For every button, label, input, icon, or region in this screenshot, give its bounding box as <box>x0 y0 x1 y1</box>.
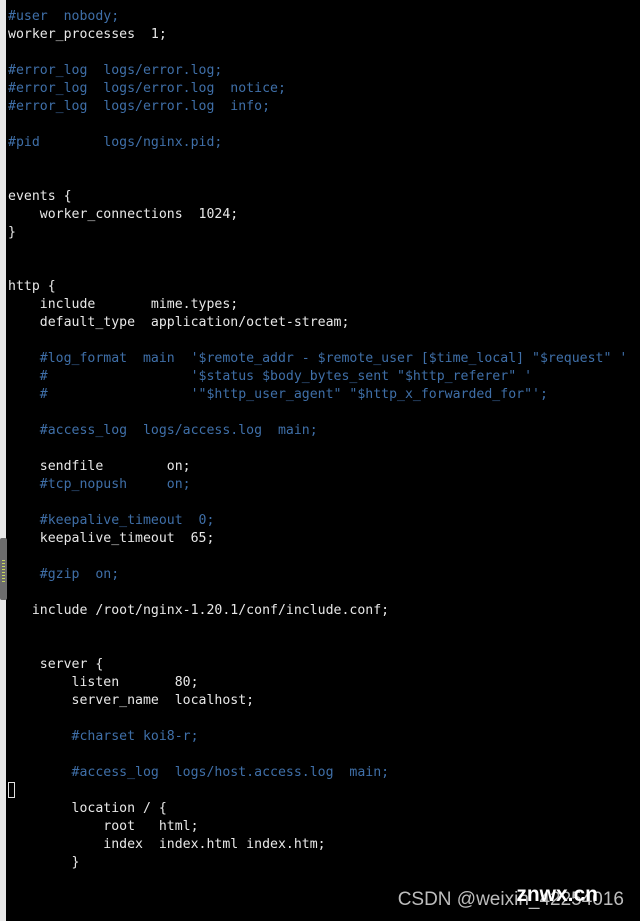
config-line <box>8 494 627 512</box>
comment-line: #keepalive_timeout 0; <box>8 513 215 528</box>
comment-line: #log_format main '$remote_addr - $remote… <box>8 351 628 366</box>
config-line: worker_processes 1; <box>8 27 167 42</box>
config-line <box>8 152 627 170</box>
config-line <box>8 638 627 656</box>
left-gutter <box>0 0 6 921</box>
config-line: include /root/nginx-1.20.1/conf/include.… <box>8 603 390 618</box>
config-line <box>8 584 627 602</box>
site-logo: znwx.cn <box>516 883 598 906</box>
comment-line: #error_log logs/error.log notice; <box>8 81 286 96</box>
comment-line: #pid logs/nginx.pid; <box>8 135 223 150</box>
text-cursor <box>8 782 15 798</box>
config-line: include mime.types; <box>8 297 239 312</box>
config-line <box>8 242 627 260</box>
config-line <box>8 746 627 764</box>
config-line: } <box>8 855 80 870</box>
config-line: default_type application/octet-stream; <box>8 315 350 330</box>
config-line: sendfile on; <box>8 459 191 474</box>
config-line <box>8 710 627 728</box>
config-line <box>8 782 627 800</box>
config-line <box>8 404 627 422</box>
comment-line: #access_log logs/host.access.log main; <box>8 765 390 780</box>
config-line: index index.html index.htm; <box>8 837 326 852</box>
config-line: http { <box>8 279 56 294</box>
config-line: server_name localhost; <box>8 693 255 708</box>
config-line <box>8 620 627 638</box>
config-line <box>8 260 627 278</box>
config-line <box>8 332 627 350</box>
terminal-text[interactable]: #user nobody; worker_processes 1; #error_l… <box>8 8 627 872</box>
comment-line: #error_log logs/error.log; <box>8 63 223 78</box>
config-line: location / { <box>8 801 167 816</box>
comment-line: #tcp_nopush on; <box>8 477 191 492</box>
config-line: root html; <box>8 819 199 834</box>
comment-line: #user nobody; <box>8 9 120 24</box>
comment-line: #error_log logs/error.log info; <box>8 99 271 114</box>
config-line: server { <box>8 657 104 672</box>
config-line: } <box>8 225 16 240</box>
config-line <box>8 548 627 566</box>
config-line: events { <box>8 189 72 204</box>
config-line <box>8 170 627 188</box>
config-line <box>8 116 627 134</box>
config-line <box>8 44 627 62</box>
grip-icon <box>2 560 5 582</box>
comment-line: #gzip on; <box>8 567 120 582</box>
comment-line: #charset koi8-r; <box>8 729 199 744</box>
scrollbar-thumb[interactable] <box>0 538 7 600</box>
comment-line: # '"$http_user_agent" "$http_x_forwarded… <box>8 387 548 402</box>
config-line: listen 80; <box>8 675 199 690</box>
comment-line: #access_log logs/access.log main; <box>8 423 318 438</box>
config-line: worker_connections 1024; <box>8 207 239 222</box>
config-line: keepalive_timeout 65; <box>8 531 215 546</box>
config-line <box>8 440 627 458</box>
comment-line: # '$status $body_bytes_sent "$http_refer… <box>8 369 533 384</box>
